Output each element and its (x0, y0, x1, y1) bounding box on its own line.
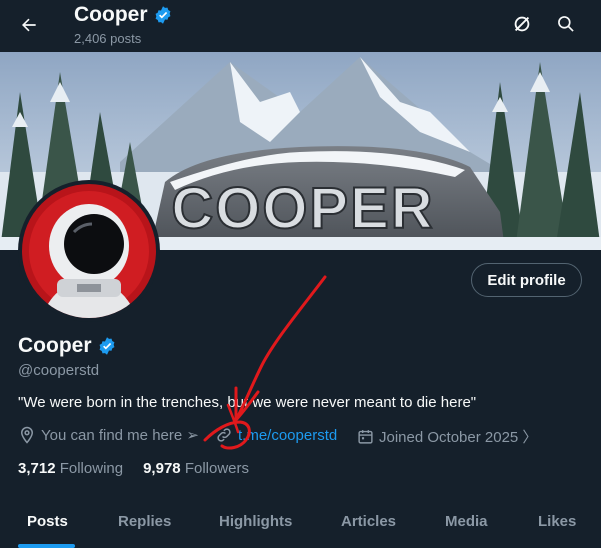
tab-posts[interactable]: Posts (27, 513, 68, 530)
header-title-row: Cooper (74, 3, 173, 27)
profile-header: Cooper 2,406 posts (0, 0, 601, 52)
profile-name-row: Cooper (18, 334, 117, 358)
grok-button[interactable] (509, 11, 535, 37)
following-link[interactable]: 3,712 Following (18, 460, 123, 477)
joined-text[interactable]: Joined October 2025 〉 (379, 426, 537, 447)
tab-highlights[interactable]: Highlights (219, 513, 292, 530)
profile-name: Cooper (18, 334, 92, 357)
location-pin-icon (20, 426, 34, 444)
website-item: t.me/cooperstd (215, 426, 337, 444)
following-count: 3,712 (18, 460, 56, 477)
back-button[interactable] (14, 10, 44, 40)
verified-badge-icon (155, 6, 170, 24)
verified-badge-icon (99, 337, 114, 355)
link-icon (217, 428, 231, 442)
post-count: 2,406 posts (74, 31, 142, 46)
banner-title: COOPER (171, 176, 434, 241)
location-text: You can find me here ➢ (41, 427, 199, 444)
joined-item: Joined October 2025 〉 (357, 426, 537, 447)
active-tab-indicator (18, 544, 75, 548)
tab-replies[interactable]: Replies (118, 513, 171, 530)
tab-likes[interactable]: Likes (538, 513, 576, 530)
location-item: You can find me here ➢ (18, 426, 199, 444)
calendar-icon (358, 430, 373, 444)
profile-tabs: Posts Replies Highlights Articles Media … (0, 497, 601, 548)
follow-stats: 3,712 Following 9,978 Followers (18, 460, 249, 477)
header-title: Cooper (74, 3, 148, 26)
profile-handle: @cooperstd (18, 362, 100, 379)
website-link[interactable]: t.me/cooperstd (238, 427, 337, 444)
followers-label: Followers (184, 460, 249, 477)
edit-profile-button[interactable]: Edit profile (471, 263, 582, 297)
avatar-image (22, 184, 156, 318)
tab-articles[interactable]: Articles (341, 513, 396, 530)
avatar[interactable] (22, 184, 156, 318)
back-arrow-icon (22, 18, 36, 32)
following-label: Following (59, 460, 124, 477)
search-button[interactable] (553, 11, 579, 37)
profile-bio: "We were born in the trenches, but we we… (18, 394, 477, 411)
grok-icon (514, 16, 530, 32)
followers-count: 9,978 (143, 460, 181, 477)
tab-media[interactable]: Media (445, 513, 488, 530)
followers-link[interactable]: 9,978 Followers (143, 460, 249, 477)
search-icon (558, 16, 574, 32)
